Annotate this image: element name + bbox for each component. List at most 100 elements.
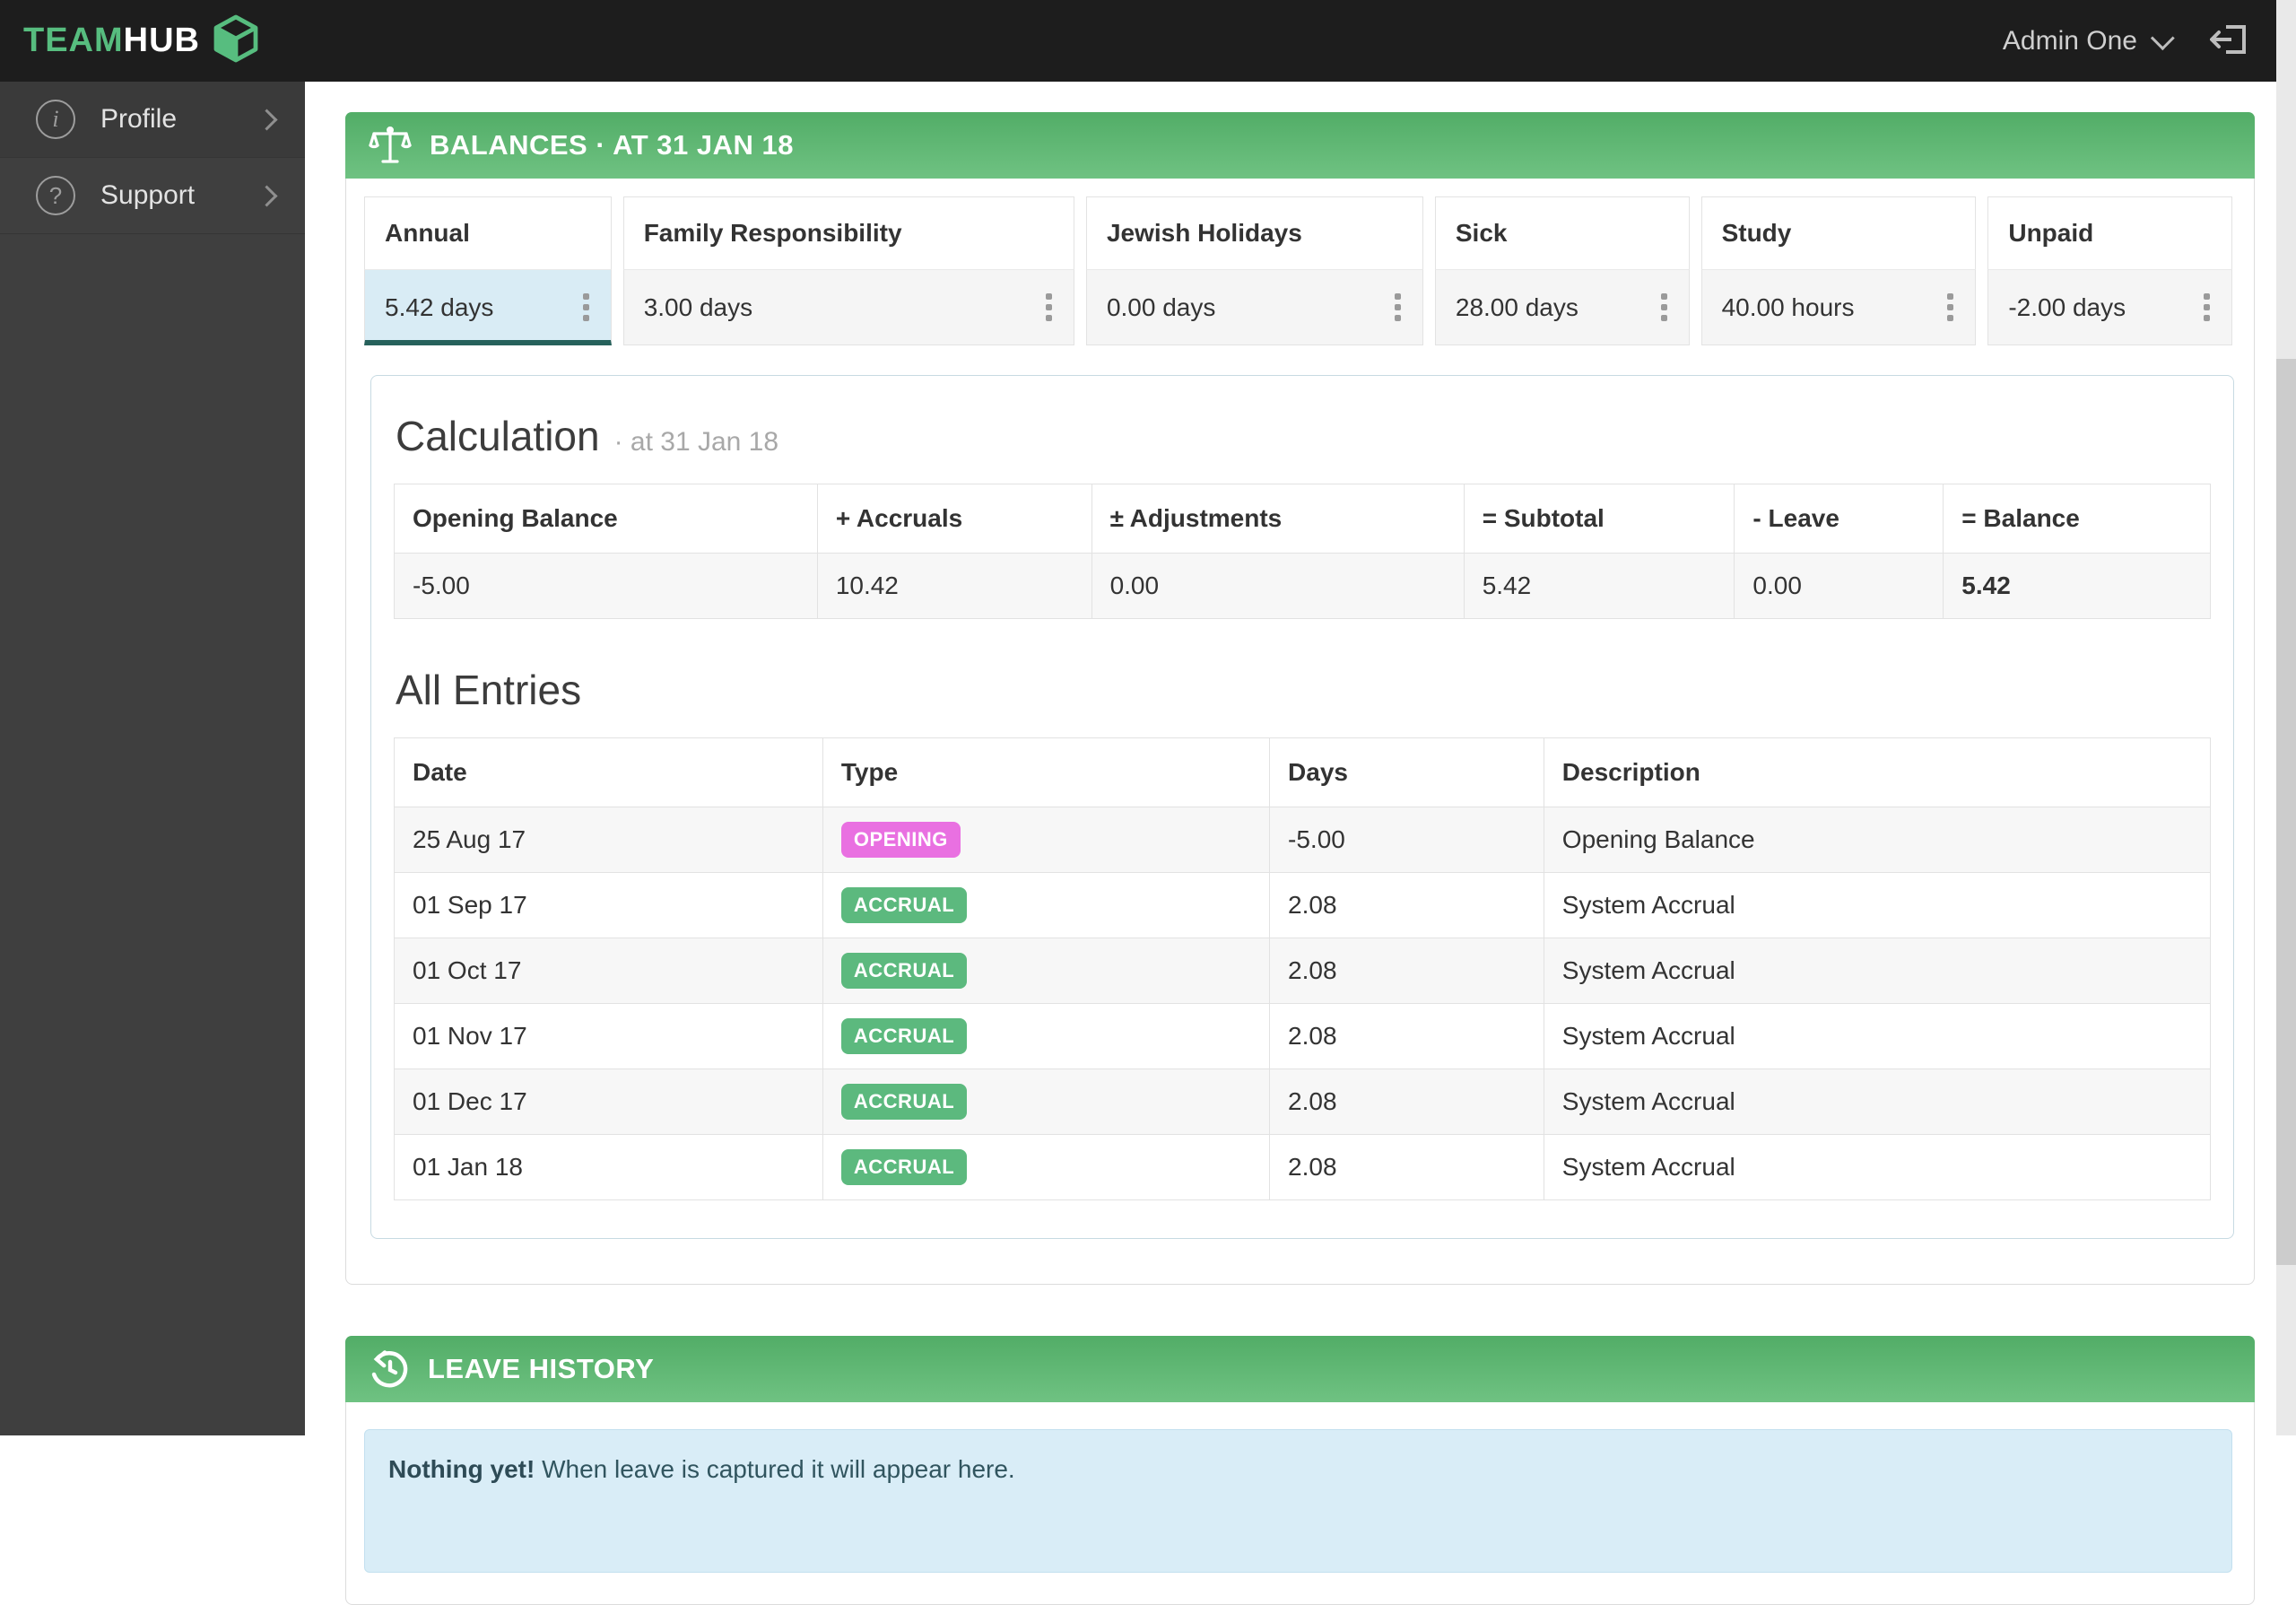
table-row: 01 Dec 17 ACCRUAL 2.08 System Accrual	[394, 1069, 2212, 1135]
balance-value: 40.00 hours	[1721, 292, 1855, 321]
kebab-menu-icon[interactable]	[2198, 290, 2215, 325]
history-icon	[369, 1348, 410, 1390]
column-header: Date	[394, 737, 823, 807]
scales-icon	[369, 126, 412, 165]
user-menu[interactable]: Admin One	[2002, 25, 2175, 57]
table-row: -5.00 10.42 0.00 5.42 0.00 5.42	[394, 553, 2211, 619]
entry-type-badge: ACCRUAL	[840, 953, 968, 989]
balance-card-annual: Annual 5.42 days	[364, 196, 612, 345]
balance-card-value-cell[interactable]: 5.42 days	[364, 270, 612, 345]
table-row: 01 Oct 17 ACCRUAL 2.08 System Accrual	[394, 938, 2212, 1004]
question-icon: ?	[36, 176, 75, 215]
logout-icon[interactable]	[2210, 20, 2251, 62]
calculation-panel: Calculation · at 31 Jan 18 Opening Balan…	[370, 375, 2234, 1239]
entry-date: 01 Sep 17	[394, 872, 823, 938]
brand-hub: HUB	[123, 22, 200, 59]
balance-card-title: Sick	[1434, 196, 1690, 270]
column-header: = Subtotal	[1463, 484, 1735, 554]
column-header: = Balance	[1943, 484, 2211, 554]
empty-state-text: When leave is captured it will appear he…	[535, 1455, 1015, 1483]
balance-card-value-cell[interactable]: 28.00 days	[1434, 270, 1690, 345]
entry-date: 01 Jan 18	[394, 1134, 823, 1200]
leave-history-section: LEAVE HISTORY Nothing yet! When leave is…	[345, 1336, 2255, 1605]
table-row: 01 Nov 17 ACCRUAL 2.08 System Accrual	[394, 1003, 2212, 1069]
entry-days: 2.08	[1269, 872, 1544, 938]
calculation-heading: Calculation · at 31 Jan 18	[396, 412, 2211, 460]
leave-history-header: LEAVE HISTORY	[345, 1336, 2255, 1402]
sidebar-item-profile[interactable]: i Profile	[0, 82, 305, 158]
entry-description: System Accrual	[1543, 1134, 2212, 1200]
entry-date: 01 Nov 17	[394, 1003, 823, 1069]
entry-description: System Accrual	[1543, 938, 2212, 1004]
all-entries-table: Date Type Days Description 25 Aug 17 OPE…	[394, 737, 2212, 1200]
sidebar-item-support[interactable]: ? Support	[0, 158, 305, 234]
user-name: Admin One	[2002, 25, 2137, 56]
kebab-menu-icon[interactable]	[1656, 290, 1673, 325]
subtotal-value: 5.42	[1463, 553, 1735, 619]
entry-type-badge: OPENING	[840, 822, 961, 858]
app-logo[interactable]: TEAMHUB	[23, 13, 259, 68]
balance-cards-row: Annual 5.42 days Family Responsibility 3…	[364, 196, 2233, 345]
balance-value: 5.42 days	[385, 292, 494, 321]
table-row: 01 Jan 18 ACCRUAL 2.08 System Accrual	[394, 1134, 2212, 1200]
all-entries-title: All Entries	[396, 667, 582, 713]
adjustments-value: 0.00	[1091, 553, 1465, 619]
balance-card-value-cell[interactable]: 0.00 days	[1085, 270, 1423, 345]
balance-card-title: Annual	[364, 196, 612, 270]
sidebar: i Profile ? Support	[0, 82, 305, 1435]
balances-header: BALANCES · AT 31 JAN 18	[345, 112, 2255, 179]
balance-card-study: Study 40.00 hours	[1700, 196, 1977, 345]
entry-days: -5.00	[1269, 807, 1544, 873]
entry-description: System Accrual	[1543, 1003, 2212, 1069]
balance-card-value-cell[interactable]: -2.00 days	[1987, 270, 2233, 345]
entry-date: 01 Oct 17	[394, 938, 823, 1004]
column-header: Days	[1269, 737, 1544, 807]
calculation-subtitle: · at 31 Jan 18	[613, 427, 779, 457]
top-bar: TEAMHUB Admin One	[0, 0, 2296, 82]
balance-card-value-cell[interactable]: 3.00 days	[622, 270, 1074, 345]
kebab-menu-icon[interactable]	[1942, 290, 1959, 325]
kebab-menu-icon[interactable]	[1389, 290, 1406, 325]
kebab-menu-icon[interactable]	[1040, 290, 1057, 325]
entry-date: 01 Dec 17	[394, 1069, 823, 1135]
leave-value: 0.00	[1734, 553, 1944, 619]
entry-type-badge: ACCRUAL	[840, 1149, 968, 1185]
balance-card-title: Family Responsibility	[622, 196, 1074, 270]
brand-name: TEAMHUB	[23, 22, 200, 60]
scrollbar-thumb[interactable]	[2276, 359, 2296, 1265]
entry-days: 2.08	[1269, 938, 1544, 1004]
entry-description: Opening Balance	[1543, 807, 2212, 873]
scrollbar[interactable]	[2276, 0, 2296, 1435]
balances-title: BALANCES · AT 31 JAN 18	[430, 129, 794, 161]
balance-value: 3.00 days	[643, 292, 753, 321]
entry-days: 2.08	[1269, 1069, 1544, 1135]
entry-type-badge: ACCRUAL	[840, 1084, 968, 1120]
column-header: Description	[1543, 737, 2212, 807]
balance-card-jewish-holidays: Jewish Holidays 0.00 days	[1085, 196, 1423, 345]
balance-total-value: 5.42	[1943, 553, 2211, 619]
balance-value: -2.00 days	[2008, 292, 2126, 321]
empty-state-info-box: Nothing yet! When leave is captured it w…	[364, 1429, 2232, 1573]
main-content: BALANCES · AT 31 JAN 18 Annual 5.42 days…	[305, 82, 2276, 1605]
column-header: + Accruals	[816, 484, 1092, 554]
sidebar-item-label: Profile	[100, 104, 178, 134]
info-icon: i	[36, 100, 75, 139]
balance-value: 28.00 days	[1455, 292, 1578, 321]
opening-balance-value: -5.00	[394, 553, 818, 619]
calculation-table: Opening Balance + Accruals ± Adjustments…	[394, 484, 2211, 619]
chevron-right-icon	[256, 184, 278, 207]
kebab-menu-icon[interactable]	[578, 290, 595, 325]
table-row: 01 Sep 17 ACCRUAL 2.08 System Accrual	[394, 872, 2212, 938]
balance-card-value-cell[interactable]: 40.00 hours	[1700, 270, 1977, 345]
entry-days: 2.08	[1269, 1134, 1544, 1200]
entry-date: 25 Aug 17	[394, 807, 823, 873]
entry-description: System Accrual	[1543, 1069, 2212, 1135]
balance-card-title: Unpaid	[1987, 196, 2233, 270]
column-header: Opening Balance	[394, 484, 818, 554]
empty-state-bold: Nothing yet!	[388, 1455, 535, 1483]
balance-card-title: Study	[1700, 196, 1977, 270]
column-header: Type	[822, 737, 1271, 807]
table-row: 25 Aug 17 OPENING -5.00 Opening Balance	[394, 807, 2212, 873]
leave-history-body: Nothing yet! When leave is captured it w…	[364, 1429, 2232, 1573]
accruals-value: 10.42	[816, 553, 1092, 619]
